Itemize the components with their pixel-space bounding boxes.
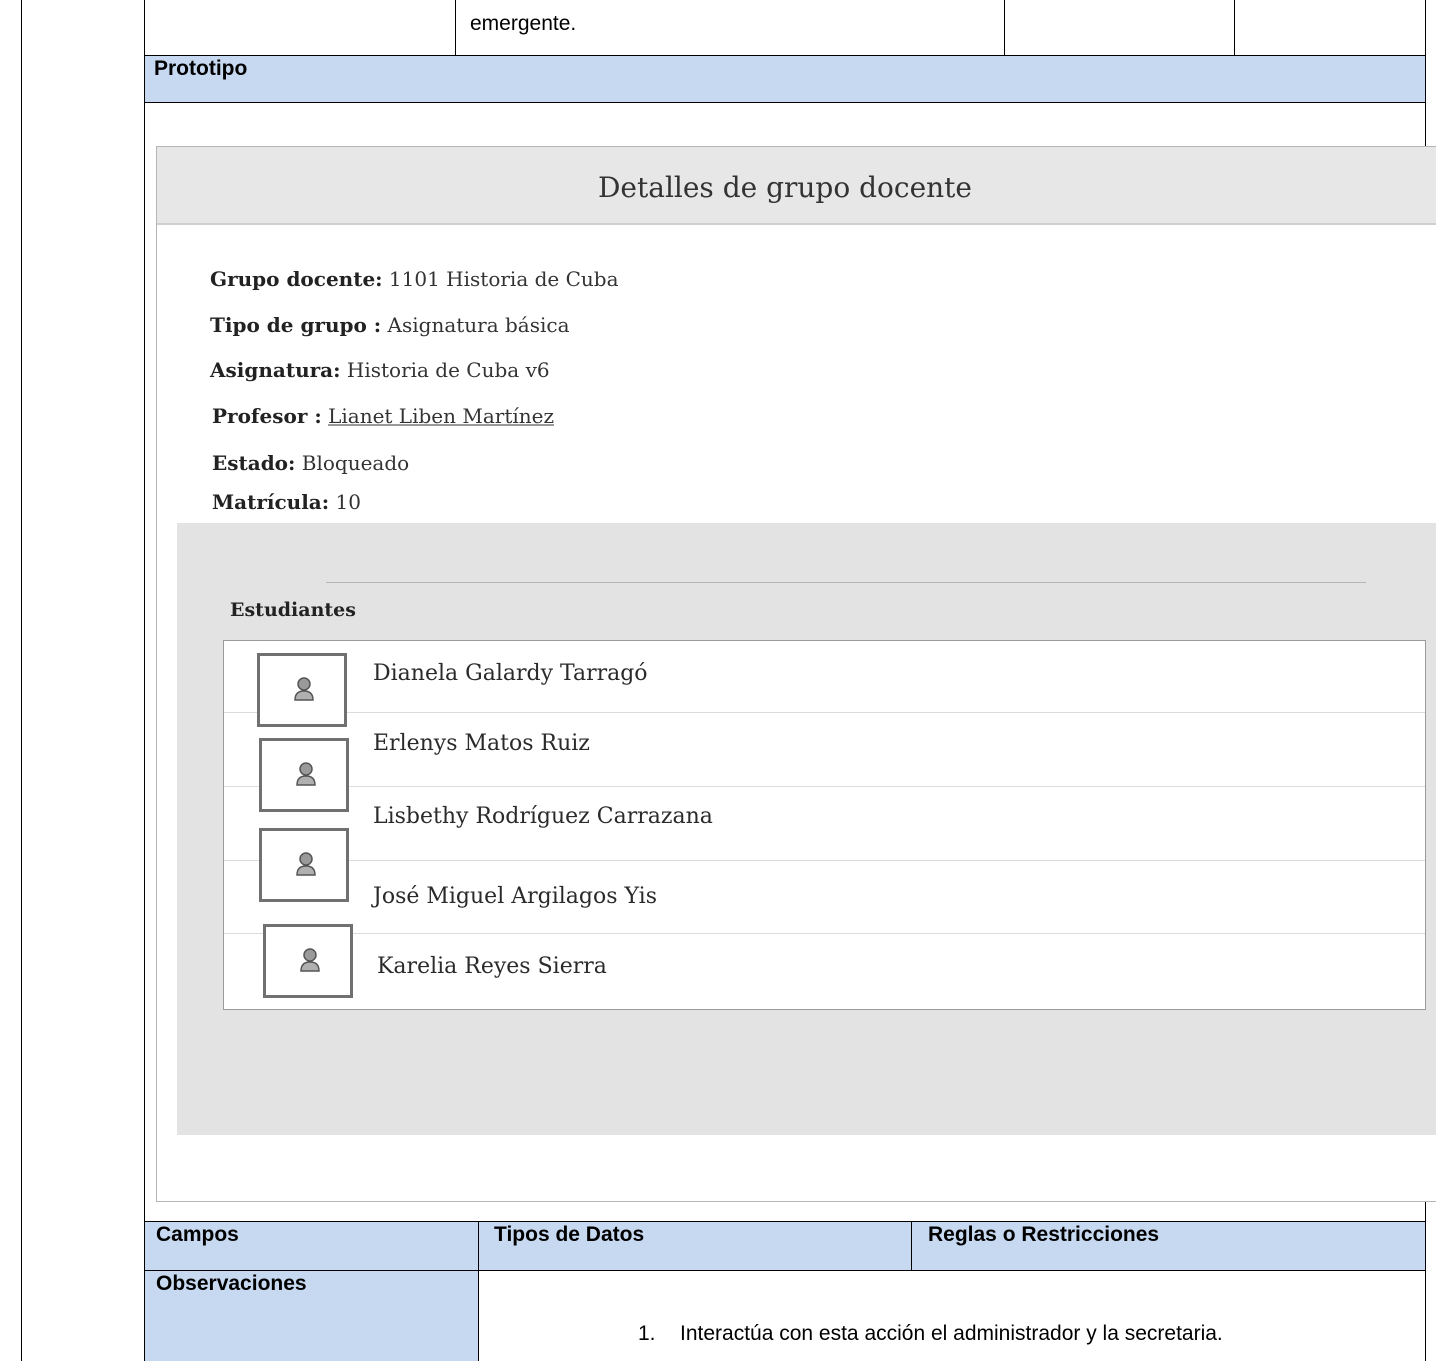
prototipo-header: Prototipo (154, 57, 248, 80)
observation-text: Interactúa con esta acción el administra… (680, 1322, 1223, 1345)
profesor-link[interactable]: Lianet Liben Martínez (328, 404, 554, 428)
field-value: 10 (335, 490, 361, 514)
prototype-title: Detalles de grupo docente (597, 171, 973, 204)
student-avatar-icon[interactable] (259, 738, 349, 812)
campos-divider-2 (911, 1221, 912, 1270)
observaciones-label: Observaciones (156, 1272, 307, 1295)
student-avatar-icon[interactable] (259, 828, 349, 902)
field-value: Historia de Cuba v6 (346, 358, 550, 382)
field-profesor: Profesor : Lianet Liben Martínez (212, 404, 554, 428)
row-divider (224, 786, 1425, 787)
reglas-header: Reglas o Restricciones (928, 1223, 1160, 1246)
student-name[interactable]: Erlenys Matos Ruiz (373, 731, 590, 756)
field-label: Profesor : (212, 404, 322, 428)
table-left-border (144, 0, 145, 1361)
field-label: Matrícula: (212, 490, 330, 514)
prototype-header-bar: Detalles de grupo docente (157, 147, 1436, 225)
field-value: 1101 Historia de Cuba (388, 267, 619, 291)
student-name[interactable]: Dianela Galardy Tarragó (373, 661, 648, 686)
student-name[interactable]: Karelia Reyes Sierra (377, 954, 607, 979)
students-title: Estudiantes (230, 599, 356, 621)
row-divider (224, 712, 1425, 713)
prototipo-bottom-line (144, 102, 1426, 103)
field-estado: Estado: Bloqueado (212, 451, 409, 475)
field-asignatura: Asignatura: Historia de Cuba v6 (210, 358, 550, 382)
row-divider (224, 933, 1425, 934)
student-avatar-icon[interactable] (257, 653, 347, 727)
prototipo-header-bg (145, 56, 1425, 102)
campos-header: Campos (156, 1223, 239, 1246)
field-label: Grupo docente: (210, 267, 383, 291)
field-tipo-grupo: Tipo de grupo : Asignatura básica (210, 313, 570, 337)
tipos-header: Tipos de Datos (494, 1223, 645, 1246)
prototype-window: Detalles de grupo docente Grupo docente:… (156, 146, 1436, 1202)
observation-number: 1. (638, 1322, 656, 1345)
panel-separator (326, 582, 1366, 583)
outer-left-border (21, 0, 22, 1361)
students-panel: Estudiantes Dianela Galardy Tarragó Erle… (177, 523, 1436, 1135)
top-row-text: emergente. (470, 12, 577, 35)
student-avatar-icon[interactable] (263, 924, 353, 998)
row-divider (224, 860, 1425, 861)
top-row-divider-3 (1234, 0, 1235, 55)
student-name[interactable]: José Miguel Argilagos Yis (373, 884, 657, 909)
top-row-divider-2 (1004, 0, 1005, 55)
top-row-divider-1 (455, 0, 456, 55)
observaciones-divider (478, 1270, 479, 1361)
student-name[interactable]: Lisbethy Rodríguez Carrazana (373, 804, 713, 829)
field-value: Bloqueado (301, 451, 410, 475)
field-matricula: Matrícula: 10 (212, 490, 361, 514)
students-list: Dianela Galardy Tarragó Erlenys Matos Ru… (223, 640, 1426, 1010)
campos-row-bg (145, 1222, 1425, 1270)
field-label: Tipo de grupo : (210, 313, 382, 337)
field-label: Estado: (212, 451, 296, 475)
campos-divider-1 (478, 1221, 479, 1270)
field-label: Asignatura: (210, 358, 341, 382)
field-value: Asignatura básica (387, 313, 570, 337)
field-grupo-docente: Grupo docente: 1101 Historia de Cuba (210, 267, 619, 291)
